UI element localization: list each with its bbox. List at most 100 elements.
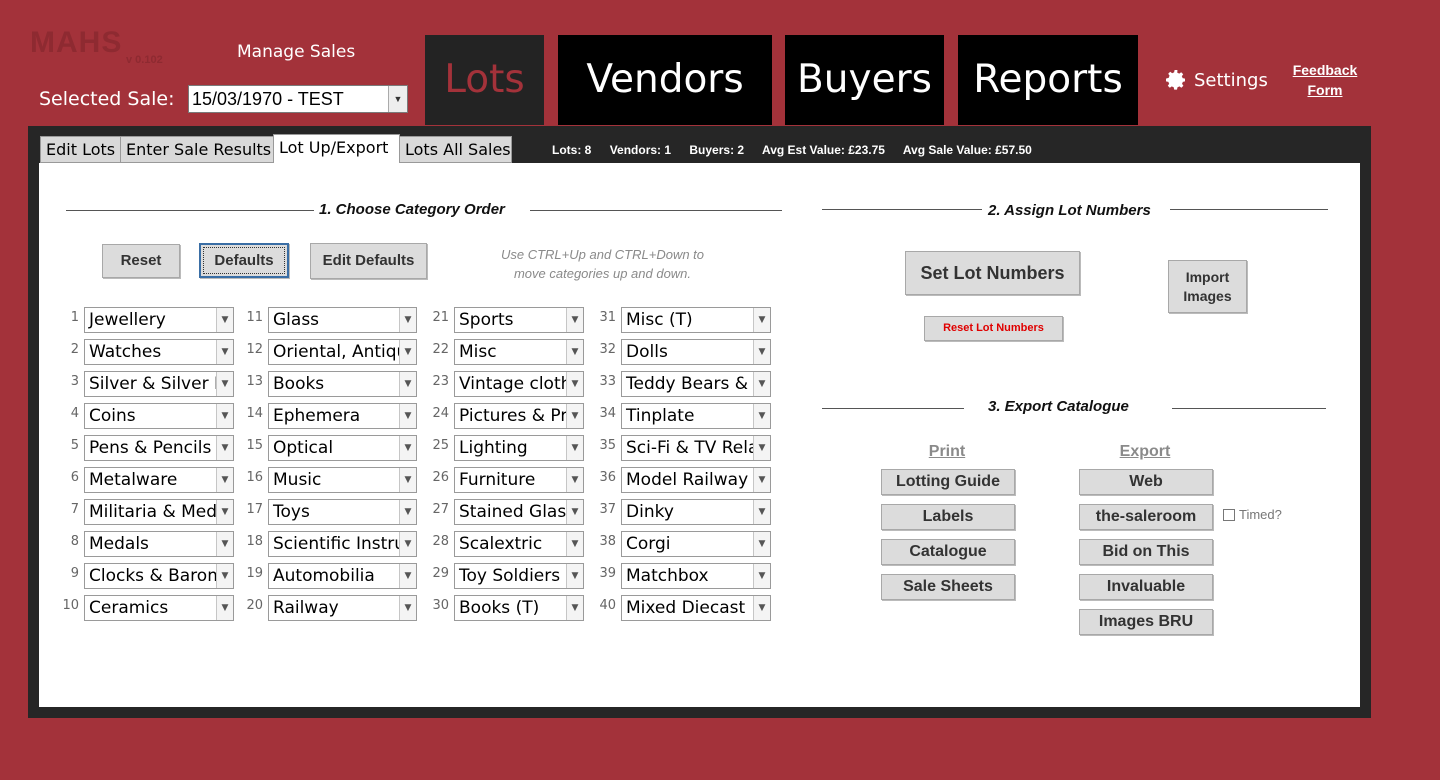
settings-button[interactable]: Settings [1164, 68, 1268, 92]
export-images-bru-button[interactable]: Images BRU [1079, 609, 1213, 635]
chevron-down-icon[interactable]: ▼ [566, 500, 583, 524]
category-dropdown[interactable]: Tinplate ▼ [621, 403, 771, 429]
chevron-down-icon[interactable]: ▼ [399, 340, 416, 364]
export-invaluable-button[interactable]: Invaluable [1079, 574, 1213, 600]
category-dropdown[interactable]: Stained Glass . ▼ [454, 499, 584, 525]
catalogue-button[interactable]: Catalogue [881, 539, 1015, 565]
chevron-down-icon[interactable]: ▼ [216, 468, 233, 492]
category-dropdown[interactable]: Metalware ▼ [84, 467, 234, 493]
subtab-enter-sale-results[interactable]: Enter Sale Results [120, 136, 274, 163]
chevron-down-icon[interactable]: ▼ [753, 532, 770, 556]
category-dropdown[interactable]: Teddy Bears & Sc ▼ [621, 371, 771, 397]
category-dropdown[interactable]: Oriental, Antiqui ▼ [268, 339, 417, 365]
defaults-button[interactable]: Defaults [199, 243, 289, 278]
category-dropdown[interactable]: Medals ▼ [84, 531, 234, 557]
chevron-down-icon[interactable]: ▼ [753, 404, 770, 428]
chevron-down-icon[interactable]: ▼ [216, 532, 233, 556]
edit-defaults-button[interactable]: Edit Defaults [310, 243, 427, 279]
category-dropdown[interactable]: Dolls ▼ [621, 339, 771, 365]
labels-button[interactable]: Labels [881, 504, 1015, 530]
tab-lots[interactable]: Lots [425, 35, 544, 125]
category-dropdown[interactable]: Ephemera ▼ [268, 403, 417, 429]
chevron-down-icon[interactable]: ▼ [216, 500, 233, 524]
chevron-down-icon[interactable]: ▼ [753, 372, 770, 396]
export-the-saleroom-button[interactable]: the-saleroom [1079, 504, 1213, 530]
category-dropdown[interactable]: Automobilia ▼ [268, 563, 417, 589]
category-dropdown[interactable]: Railway ▼ [268, 595, 417, 621]
category-dropdown[interactable]: Misc (T) ▼ [621, 307, 771, 333]
category-dropdown[interactable]: Mixed Diecast ▼ [621, 595, 771, 621]
import-images-button[interactable]: Import Images [1168, 260, 1247, 313]
category-dropdown[interactable]: Corgi ▼ [621, 531, 771, 557]
chevron-down-icon[interactable]: ▼ [399, 372, 416, 396]
category-dropdown[interactable]: Books (T) ▼ [454, 595, 584, 621]
chevron-down-icon[interactable]: ▼ [216, 404, 233, 428]
category-dropdown[interactable]: Lighting ▼ [454, 435, 584, 461]
category-dropdown[interactable]: Dinky ▼ [621, 499, 771, 525]
export-web-button[interactable]: Web [1079, 469, 1213, 495]
chevron-down-icon[interactable]: ▼ [399, 596, 416, 620]
category-dropdown[interactable]: Scientific Instrun ▼ [268, 531, 417, 557]
category-dropdown[interactable]: Furniture ▼ [454, 467, 584, 493]
category-dropdown[interactable]: Pens & Pencils ▼ [84, 435, 234, 461]
category-dropdown[interactable]: Vintage clothir ▼ [454, 371, 584, 397]
category-dropdown[interactable]: Coins ▼ [84, 403, 234, 429]
category-dropdown[interactable]: Sci-Fi & TV Relate ▼ [621, 435, 771, 461]
chevron-down-icon[interactable]: ▼ [566, 468, 583, 492]
chevron-down-icon[interactable]: ▼ [566, 532, 583, 556]
category-dropdown[interactable]: Glass ▼ [268, 307, 417, 333]
category-dropdown[interactable]: Jewellery ▼ [84, 307, 234, 333]
set-lot-numbers-button[interactable]: Set Lot Numbers [905, 251, 1080, 295]
reset-button[interactable]: Reset [102, 244, 180, 278]
category-dropdown[interactable]: Books ▼ [268, 371, 417, 397]
chevron-down-icon[interactable]: ▼ [216, 340, 233, 364]
timed-checkbox[interactable] [1223, 508, 1235, 521]
subtab-lot-up-export[interactable]: Lot Up/Export [273, 134, 400, 163]
category-dropdown[interactable]: Silver & Silver Pla ▼ [84, 371, 234, 397]
chevron-down-icon[interactable]: ▼ [753, 340, 770, 364]
chevron-down-icon[interactable]: ▼ [216, 372, 233, 396]
category-dropdown[interactable]: Militaria & Meda ▼ [84, 499, 234, 525]
chevron-down-icon[interactable]: ▼ [566, 340, 583, 364]
reset-lot-numbers-button[interactable]: Reset Lot Numbers [924, 316, 1063, 341]
chevron-down-icon[interactable]: ▼ [753, 308, 770, 332]
category-dropdown[interactable]: Toys ▼ [268, 499, 417, 525]
category-dropdown[interactable]: Toy Soldiers & ▼ [454, 563, 584, 589]
chevron-down-icon[interactable]: ▼ [399, 468, 416, 492]
selected-sale-dropdown[interactable]: 15/03/1970 - TEST ▼ [188, 85, 408, 113]
category-dropdown[interactable]: Misc ▼ [454, 339, 584, 365]
chevron-down-icon[interactable]: ▼ [566, 372, 583, 396]
tab-buyers[interactable]: Buyers [785, 35, 944, 125]
chevron-down-icon[interactable]: ▼ [753, 468, 770, 492]
timed-option[interactable]: Timed? [1223, 507, 1282, 522]
chevron-down-icon[interactable]: ▼ [566, 564, 583, 588]
chevron-down-icon[interactable]: ▼ [753, 500, 770, 524]
subtab-lots-all-sales[interactable]: Lots All Sales [399, 136, 512, 163]
lotting-guide-button[interactable]: Lotting Guide [881, 469, 1015, 495]
chevron-down-icon[interactable]: ▼ [216, 308, 233, 332]
category-dropdown[interactable]: Optical ▼ [268, 435, 417, 461]
category-dropdown[interactable]: Model Railway ▼ [621, 467, 771, 493]
chevron-down-icon[interactable]: ▼ [399, 404, 416, 428]
chevron-down-icon[interactable]: ▼ [399, 564, 416, 588]
feedback-form-link[interactable]: Feedback Form [1290, 60, 1360, 100]
category-dropdown[interactable]: Sports ▼ [454, 307, 584, 333]
chevron-down-icon[interactable]: ▼ [388, 86, 407, 112]
chevron-down-icon[interactable]: ▼ [216, 596, 233, 620]
chevron-down-icon[interactable]: ▼ [753, 436, 770, 460]
category-dropdown[interactable]: Music ▼ [268, 467, 417, 493]
category-dropdown[interactable]: Pictures & Prir ▼ [454, 403, 584, 429]
category-dropdown[interactable]: Ceramics ▼ [84, 595, 234, 621]
chevron-down-icon[interactable]: ▼ [753, 564, 770, 588]
chevron-down-icon[interactable]: ▼ [566, 308, 583, 332]
chevron-down-icon[interactable]: ▼ [216, 436, 233, 460]
category-dropdown[interactable]: Watches ▼ [84, 339, 234, 365]
chevron-down-icon[interactable]: ▼ [753, 596, 770, 620]
chevron-down-icon[interactable]: ▼ [399, 532, 416, 556]
chevron-down-icon[interactable]: ▼ [566, 596, 583, 620]
category-dropdown[interactable]: Clocks & Barome ▼ [84, 563, 234, 589]
chevron-down-icon[interactable]: ▼ [399, 308, 416, 332]
chevron-down-icon[interactable]: ▼ [566, 404, 583, 428]
category-dropdown[interactable]: Matchbox ▼ [621, 563, 771, 589]
subtab-edit-lots[interactable]: Edit Lots [40, 136, 121, 163]
